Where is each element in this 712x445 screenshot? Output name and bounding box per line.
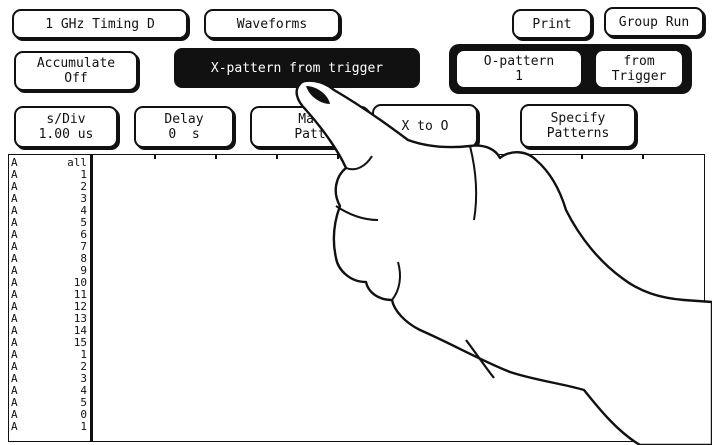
x-to-o-field[interactable]: X to O <box>372 104 478 148</box>
channel-label-row[interactable]: A2 <box>9 181 91 193</box>
analyzer-menu-button[interactable]: 1 GHz Timing D <box>12 9 188 39</box>
waveforms-menu-button[interactable]: Waveforms <box>204 9 340 39</box>
specify-patterns-button[interactable]: Specify Patterns <box>520 104 636 148</box>
group-run-label: Group Run <box>618 14 690 30</box>
delay-label: Delay <box>164 112 204 127</box>
channel-label-row[interactable]: Aall <box>9 157 91 169</box>
x-pattern-label: X-pattern from trigger <box>210 60 384 76</box>
channel-label-row[interactable]: A1 <box>9 349 91 361</box>
channel-label-row[interactable]: A0 <box>9 409 91 421</box>
pod-label: A <box>11 420 18 433</box>
channel-label-row[interactable]: A1 <box>9 169 91 181</box>
grid-tick <box>581 155 583 159</box>
markers-label: Mar <box>298 112 322 127</box>
channel-label-row[interactable]: A2 <box>9 361 91 373</box>
grid-tick <box>520 155 522 159</box>
grid-tick <box>276 155 278 159</box>
channel-label-row[interactable]: A4 <box>9 385 91 397</box>
x-to-o-label: X to O <box>401 118 449 134</box>
waveforms-menu-label: Waveforms <box>236 16 308 32</box>
from-trigger-line2: Trigger <box>611 69 667 84</box>
markers-value: Patt <box>294 127 326 142</box>
specify-patterns-line2: Patterns <box>546 126 610 141</box>
o-pattern-value: 1 <box>515 69 523 84</box>
channel-label-column: Aall A1 A2 A3 A4 A5 A6 A7 A8 A9 A 10 A 11 … <box>8 154 92 442</box>
grid-tick <box>642 155 644 159</box>
bit-label: 1 <box>80 420 87 433</box>
group-run-button[interactable]: Group Run <box>604 7 704 37</box>
grid-tick <box>398 155 400 159</box>
from-trigger-line1: from <box>623 54 655 69</box>
grid-tick <box>215 155 217 159</box>
specify-patterns-line1: Specify <box>550 111 606 126</box>
from-trigger-button[interactable]: from Trigger <box>594 49 684 89</box>
o-pattern-label: O-pattern <box>483 54 555 69</box>
channel-label-row[interactable]: A 15 <box>9 337 91 349</box>
o-pattern-button[interactable]: O-pattern 1 <box>455 49 583 89</box>
channel-label-row[interactable]: A6 <box>9 229 91 241</box>
waveform-display[interactable] <box>92 154 705 442</box>
accumulate-label: Accumulate <box>36 56 116 71</box>
seconds-per-div-field[interactable]: s/Div 1.00 us <box>14 106 118 148</box>
grid-tick <box>459 155 461 159</box>
print-button[interactable]: Print <box>512 9 592 39</box>
delay-field[interactable]: Delay 0 s <box>134 106 234 148</box>
markers-field[interactable]: Mar Patt <box>250 106 370 148</box>
seconds-per-div-label: s/Div <box>46 112 86 127</box>
accumulate-value: Off <box>64 71 88 86</box>
channel-label-row[interactable]: A4 <box>9 205 91 217</box>
channel-label-row[interactable]: A1 <box>9 421 91 433</box>
accumulate-button[interactable]: Accumulate Off <box>14 51 138 91</box>
channel-label-row[interactable]: A7 <box>9 241 91 253</box>
grid-tick <box>337 155 339 159</box>
analyzer-menu-label: 1 GHz Timing D <box>45 16 155 32</box>
hand-fingernail <box>306 86 330 104</box>
channel-label-row[interactable]: A3 <box>9 193 91 205</box>
grid-tick <box>154 155 156 159</box>
channel-label-row[interactable]: A5 <box>9 397 91 409</box>
print-label: Print <box>532 16 572 32</box>
x-pattern-button[interactable]: X-pattern from trigger <box>174 48 420 88</box>
channel-label-row[interactable]: A5 <box>9 217 91 229</box>
channel-label-row[interactable]: A3 <box>9 373 91 385</box>
delay-value: 0 s <box>168 127 200 142</box>
seconds-per-div-value: 1.00 us <box>38 127 94 142</box>
channel-label-row[interactable]: A8 <box>9 253 91 265</box>
